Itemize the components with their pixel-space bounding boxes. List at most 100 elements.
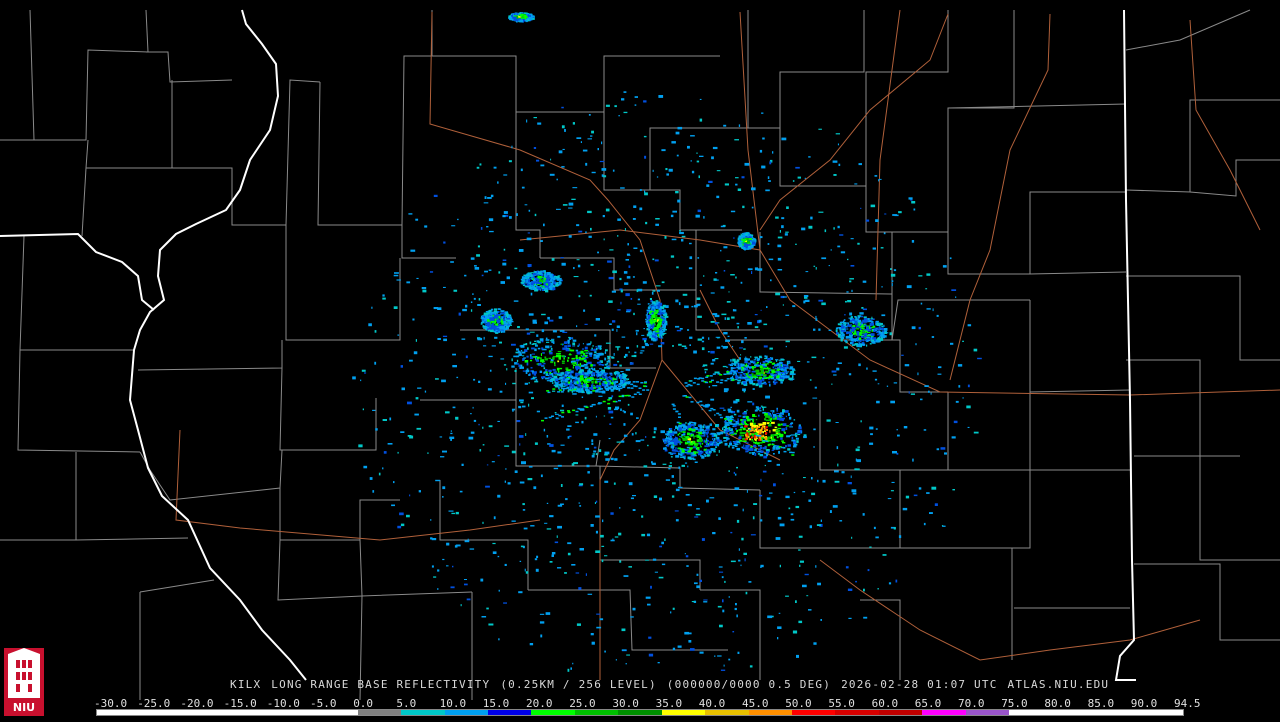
echo-pixel: [588, 368, 591, 371]
echo-pixel: [804, 296, 808, 299]
echo-pixel: [628, 351, 630, 353]
echo-pixel: [517, 350, 520, 352]
echo-pixel: [452, 565, 454, 568]
echo-pixel: [687, 432, 690, 436]
echo-pixel: [545, 377, 549, 380]
echo-pixel: [755, 372, 758, 374]
echo-pixel: [741, 420, 744, 424]
echo-pixel: [503, 364, 507, 366]
echo-pixel: [769, 492, 773, 494]
echo-pixel: [485, 485, 490, 488]
echo-pixel: [627, 382, 630, 385]
echo-pixel: [795, 434, 798, 438]
echo-pixel: [614, 408, 619, 411]
echo-pixel: [430, 519, 432, 521]
echo-pixel: [586, 464, 590, 468]
echo-pixel: [772, 151, 774, 154]
echo-pixel: [556, 374, 561, 376]
echo-pixel: [394, 272, 399, 274]
echo-pixel: [608, 397, 613, 400]
echo-pixel: [775, 371, 778, 374]
echo-pixel: [781, 428, 786, 432]
echo-pixel: [856, 338, 858, 340]
echo-pixel: [532, 278, 534, 281]
echo-pixel: [777, 432, 781, 436]
echo-pixel: [775, 359, 779, 361]
echo-pixel: [710, 443, 713, 445]
echo-pixel: [534, 558, 538, 561]
echo-pixel: [720, 669, 726, 671]
echo-pixel: [633, 247, 638, 249]
echo-pixel: [579, 548, 584, 551]
echo-pixel: [536, 270, 538, 274]
echo-pixel: [742, 373, 746, 375]
echo-pixel: [489, 230, 494, 233]
echo-pixel: [497, 455, 500, 457]
echo-pixel: [757, 453, 761, 455]
echo-pixel: [890, 273, 896, 277]
echo-pixel: [422, 289, 427, 293]
echo-pixel: [886, 385, 889, 387]
echo-pixel: [756, 425, 759, 428]
echo-pixel: [714, 322, 718, 325]
echo-pixel: [716, 454, 718, 456]
echo-pixel: [497, 314, 502, 316]
echo-pixel: [562, 331, 568, 333]
echo-pixel: [768, 180, 771, 182]
echo-pixel: [931, 336, 935, 338]
echo-pixel: [535, 344, 538, 347]
echo-pixel: [561, 262, 566, 266]
echo-pixel: [966, 405, 971, 409]
echo-pixel: [636, 289, 639, 293]
echo-pixel: [567, 552, 571, 556]
echo-pixel: [655, 223, 659, 226]
echo-pixel: [545, 374, 550, 376]
echo-pixel: [727, 335, 730, 337]
echo-pixel: [546, 502, 549, 504]
echo-pixel: [846, 291, 849, 293]
echo-pixel: [908, 391, 910, 394]
echo-pixel: [670, 214, 674, 218]
echo-pixel: [771, 438, 775, 441]
echo-pixel: [485, 327, 489, 329]
echo-pixel: [685, 555, 689, 558]
echo-pixel: [543, 270, 546, 272]
echo-pixel: [785, 595, 789, 597]
echo-pixel: [842, 320, 845, 323]
echo-pixel: [598, 391, 603, 393]
echo-pixel: [951, 436, 956, 439]
echo-pixel: [743, 238, 747, 241]
echo-pixel: [571, 385, 574, 389]
echo-pixel: [713, 434, 718, 437]
echo-pixel: [526, 368, 529, 370]
echo-pixel: [795, 505, 800, 509]
echo-pixel: [498, 271, 501, 274]
echo-pixel: [772, 366, 775, 369]
echo-pixel: [785, 415, 787, 418]
echo-pixel: [481, 616, 487, 618]
echo-pixel: [662, 333, 666, 335]
echo-pixel: [742, 508, 744, 512]
echo-pixel: [627, 403, 630, 406]
echo-pixel: [967, 426, 970, 428]
echo-pixel: [955, 400, 959, 403]
echo-pixel: [831, 370, 837, 373]
echo-pixel: [839, 234, 844, 236]
echo-pixel: [734, 433, 737, 436]
echo-pixel: [580, 354, 583, 356]
echo-pixel: [587, 381, 589, 383]
echo-pixel: [696, 451, 699, 454]
echo-pixel: [786, 206, 789, 209]
echo-pixel: [595, 318, 600, 321]
echo-pixel: [545, 278, 550, 281]
echo-pixel: [726, 317, 730, 320]
echo-pixel: [526, 237, 532, 241]
echo-pixel: [397, 334, 400, 336]
echo-pixel: [544, 358, 548, 361]
echo-pixel: [647, 303, 650, 305]
echo-pixel: [362, 408, 364, 411]
echo-pixel: [749, 240, 751, 242]
echo-pixel: [526, 279, 528, 283]
echo-pixel: [575, 357, 579, 359]
echo-pixel: [798, 549, 801, 551]
